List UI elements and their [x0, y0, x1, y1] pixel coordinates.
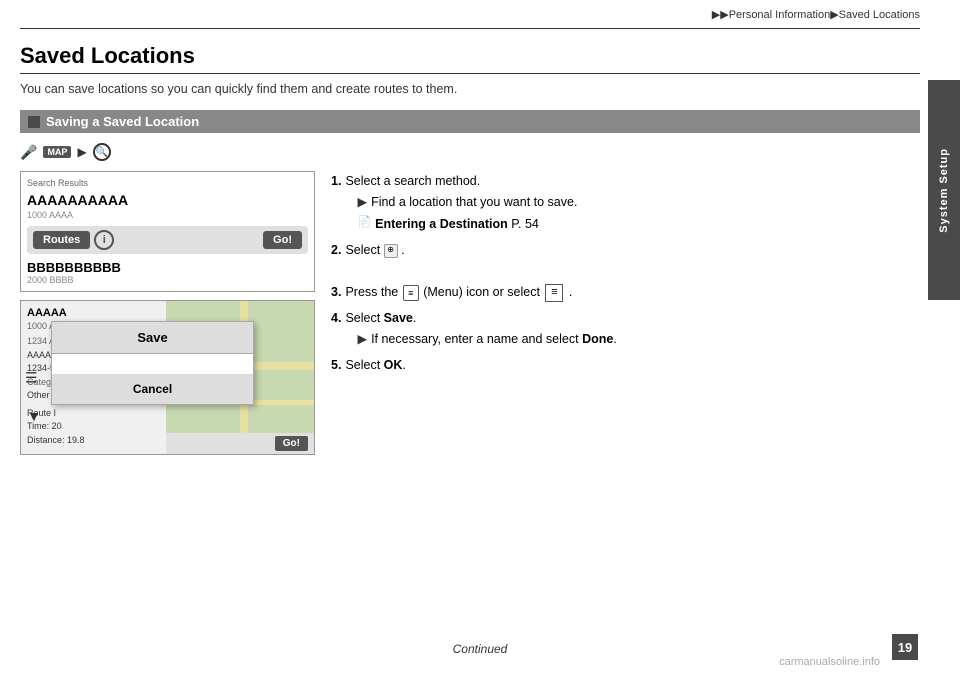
screen1-item1: AAAAAAAAAA [27, 192, 308, 208]
step-1-num: 1. [331, 171, 341, 234]
screen2-bottom-bar: Go! [166, 433, 314, 454]
screen2-time: Time: 20 [27, 420, 160, 434]
step-3: 3. Press the ≡ (Menu) icon or select ≡ . [331, 282, 920, 302]
done-term: Done [582, 332, 613, 346]
icons-row: 🎤 MAP ▶ 🔍 [20, 143, 920, 161]
step-1: 1. Select a search method. ▶ Find a loca… [331, 171, 920, 234]
step-1-ref-text: Entering a Destination P. 54 [375, 214, 539, 234]
search-icon: 🔍 [93, 143, 111, 161]
watermark: carmanualsoline.info [779, 656, 880, 668]
go-button[interactable]: Go! [263, 231, 302, 249]
breadcrumb-text: ▶▶Personal Information▶Saved Locations [712, 9, 920, 21]
step-4: 4. Select Save. ▶ If necessary, enter a … [331, 308, 920, 349]
save-term: Save [384, 311, 413, 325]
overlay-cancel-button[interactable]: Cancel [52, 374, 253, 404]
breadcrumb: ▶▶Personal Information▶Saved Locations [712, 8, 920, 21]
sidebar-tab: System Setup [928, 80, 960, 300]
page-ref: P. 54 [511, 217, 539, 231]
overlay-save-button[interactable]: Save [52, 322, 253, 354]
main-content: Saved Locations You can save locations s… [20, 35, 920, 628]
ok-term: OK [384, 358, 403, 372]
overlay-spacer [52, 354, 253, 374]
screen2-menu-icon: ☰ [25, 369, 38, 386]
screen2-title: AAAAA [27, 307, 160, 319]
step-3-menu-label: (Menu) icon or select [423, 285, 540, 299]
step-2-content: Select ⊕ . [345, 240, 920, 260]
continued-text: Continued [0, 642, 960, 656]
save-icon-inline: ⊕ [384, 244, 398, 258]
title-underline [20, 73, 920, 74]
info-button[interactable]: i [94, 230, 114, 250]
step-4-content: Select Save. ▶ If necessary, enter a nam… [345, 308, 920, 349]
screen2-dist: Distance: 19.8 [27, 434, 160, 448]
page-number: 19 [892, 634, 918, 660]
screen2-overlay-popup: Save Cancel [51, 321, 254, 405]
step-4-num: 4. [331, 308, 341, 349]
step-4-text: Select Save. [345, 311, 416, 325]
screen2-mockup: AAAAA 1000 A 1234 AAA AAAAA 1234-567 [20, 300, 315, 455]
step-1-text: Select a search method. [345, 174, 480, 188]
entering-destination-ref: Entering a Destination [375, 217, 508, 231]
screen1-title: Search Results [27, 178, 308, 188]
page-title: Saved Locations [20, 43, 920, 74]
step-5-text: Select OK. [345, 358, 405, 372]
step-3-period: . [569, 285, 572, 299]
routes-button[interactable]: Routes [33, 231, 90, 249]
step-1-sub1: ▶ Find a location that you want to save. [345, 192, 920, 212]
sidebar-tab-label: System Setup [938, 148, 950, 233]
mic-icon: 🎤 [20, 144, 37, 161]
section-label: Saving a Saved Location [46, 114, 199, 129]
step-2-text: Select [345, 243, 383, 257]
screen1-sub2: 2000 BBBB [27, 275, 308, 285]
map-badge: MAP [43, 146, 71, 158]
screen1-mockup: Search Results AAAAAAAAAA 1000 AAAA Rout… [20, 171, 315, 292]
step-2: 2. Select ⊕ . [331, 240, 920, 260]
screen2-route: Route I [27, 407, 160, 421]
screenshots-col: Search Results AAAAAAAAAA 1000 AAAA Rout… [20, 171, 315, 463]
section-header: Saving a Saved Location [20, 110, 920, 133]
step-5-content: Select OK. [345, 355, 920, 375]
ref-page-icon: 📄 [357, 214, 371, 234]
screen1-item2: BBBBBBBBBB [27, 260, 308, 275]
step-4-sub-text: If necessary, enter a name and select Do… [371, 329, 617, 349]
menu-icon-inline: ≡ [403, 285, 419, 301]
title-text: Saved Locations [20, 43, 920, 69]
step-3-num: 3. [331, 282, 341, 302]
menu-symbol-inline: ≡ [545, 284, 563, 302]
section-square-icon [28, 116, 40, 128]
step-5: 5. Select OK. [331, 355, 920, 375]
step-1-content: Select a search method. ▶ Find a locatio… [345, 171, 920, 234]
arrow-icon: ▶ [77, 145, 86, 159]
step-2-num: 2. [331, 240, 341, 260]
step-5-num: 5. [331, 355, 341, 375]
step-2-period: . [401, 243, 404, 257]
screen1-buttons: Routes i Go! [27, 226, 308, 254]
step-gap [331, 266, 920, 282]
step-3-text: Press the [345, 285, 401, 299]
instructions-col: 1. Select a search method. ▶ Find a loca… [331, 171, 920, 463]
header-divider [20, 28, 920, 29]
step-3-content: Press the ≡ (Menu) icon or select ≡ . [345, 282, 920, 302]
step-1-sub1-text: Find a location that you want to save. [371, 192, 577, 212]
two-col-layout: Search Results AAAAAAAAAA 1000 AAAA Rout… [20, 171, 920, 463]
screen1-sub1: 1000 AAAA [27, 210, 308, 220]
step-4-arrow: ▶ [357, 329, 367, 349]
intro-text: You can save locations so you can quickl… [20, 82, 920, 96]
step-4-sub: ▶ If necessary, enter a name and select … [345, 329, 920, 349]
screen2-go-button[interactable]: Go! [275, 436, 308, 451]
screen2-nav-icon: ▼ [27, 408, 41, 424]
arrow-bullet-icon: ▶ [357, 192, 367, 212]
step-1-sub2: 📄 Entering a Destination P. 54 [345, 214, 920, 234]
